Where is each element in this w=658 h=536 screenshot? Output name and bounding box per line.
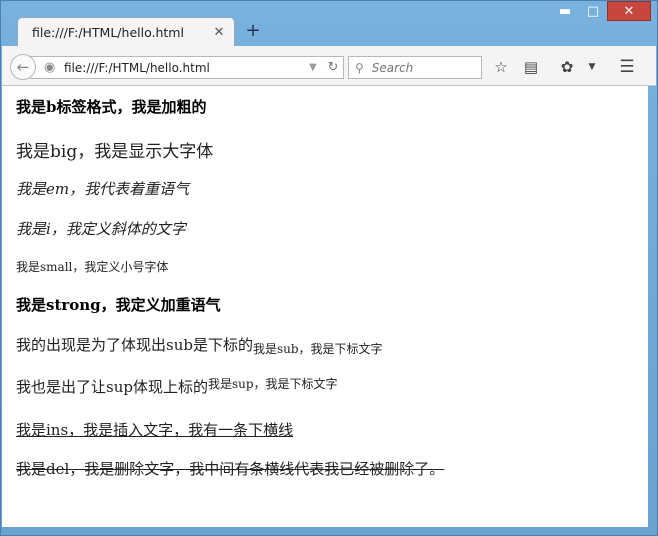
- browser-window: ▬ □ ✕ file:///F:/HTML/hello.html ✕ + ◉ f…: [0, 0, 658, 536]
- sup-main-text: 我也是出了让sup体现上标的: [16, 378, 208, 396]
- italic-text: 我是i，我定义斜体的文字: [16, 220, 186, 238]
- maximize-button[interactable]: □: [579, 1, 607, 21]
- nav-toolbar: ◉ file:///F:/HTML/hello.html ▼ ↻ ← ⚲ ☆ ▤…: [2, 46, 656, 86]
- dropdown-icon[interactable]: ▼: [309, 62, 323, 73]
- reading-list-icon[interactable]: ▤: [521, 57, 541, 77]
- em-text: 我是em，我代表着重语气: [16, 180, 190, 198]
- sub-line: 我的出现是为了体现出sub是下标的我是sub，我是下标文字: [16, 334, 383, 356]
- back-button[interactable]: ←: [10, 54, 36, 80]
- bookmark-star-icon[interactable]: ☆: [491, 57, 511, 77]
- search-bar[interactable]: ⚲: [348, 56, 482, 79]
- search-icon: ⚲: [355, 60, 364, 75]
- superscript-text: 我是sup，我是下标文字: [207, 377, 338, 391]
- page-content: 我是b标签格式，我是加粗的 我是big，我是显示大字体 我是em，我代表着重语气…: [2, 86, 648, 527]
- url-bar[interactable]: ◉ file:///F:/HTML/hello.html ▼ ↻: [30, 56, 344, 79]
- small-text: 我是small，我定义小号字体: [16, 260, 169, 274]
- maximize-icon: □: [586, 3, 600, 19]
- inserted-text: 我是ins，我是插入文字，我有一条下横线: [16, 421, 294, 439]
- tab-close-icon[interactable]: ✕: [212, 25, 226, 40]
- subscript-text: 我是sub，我是下标文字: [252, 342, 383, 356]
- tab-title: file:///F:/HTML/hello.html: [32, 24, 184, 40]
- url-text[interactable]: file:///F:/HTML/hello.html: [64, 61, 309, 75]
- back-arrow-icon: ←: [16, 58, 30, 76]
- new-tab-button[interactable]: +: [243, 21, 263, 41]
- reload-icon[interactable]: ↻: [323, 60, 343, 75]
- deleted-text: 我是del，我是删除文字，我中间有条横线代表我已经被删除了。: [16, 460, 445, 478]
- extension-icon[interactable]: ✿: [557, 57, 577, 77]
- search-input[interactable]: [369, 59, 469, 76]
- close-icon: ✕: [623, 3, 635, 19]
- sup-line: 我也是出了让sup体现上标的我是sup，我是下标文字: [16, 376, 338, 397]
- minimize-icon: ▬: [558, 3, 572, 19]
- close-window-button[interactable]: ✕: [607, 1, 651, 21]
- sub-main-text: 我的出现是为了体现出sub是下标的: [16, 336, 253, 354]
- big-text: 我是big，我是显示大字体: [16, 142, 214, 162]
- strong-text: 我是strong，我定义加重语气: [16, 296, 221, 314]
- window-controls: ▬ □ ✕: [551, 1, 651, 22]
- plus-icon: +: [245, 20, 261, 41]
- menu-icon[interactable]: ☰: [617, 57, 637, 77]
- minimize-button[interactable]: ▬: [551, 1, 579, 21]
- globe-icon: ◉: [44, 59, 56, 75]
- bold-text: 我是b标签格式，我是加粗的: [16, 98, 207, 116]
- tab-active[interactable]: file:///F:/HTML/hello.html ✕: [17, 17, 235, 46]
- extension-dropdown-icon[interactable]: ▼: [582, 57, 602, 77]
